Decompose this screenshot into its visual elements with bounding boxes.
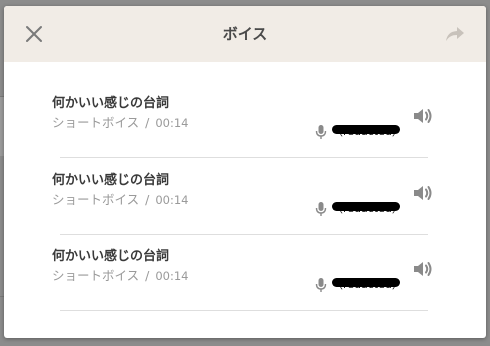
dialog-title: ボイス bbox=[222, 25, 268, 43]
play-voice-button[interactable] bbox=[412, 183, 434, 203]
voice-type: ショートボイス bbox=[52, 115, 140, 130]
redaction-mark bbox=[332, 202, 400, 211]
microphone-icon bbox=[315, 278, 327, 292]
meta-separator: / bbox=[145, 115, 150, 130]
voice-meta: ショートボイス / 00:14 bbox=[52, 189, 189, 208]
divider bbox=[60, 310, 428, 311]
microphone-icon bbox=[315, 125, 327, 139]
voice-type: ショートボイス bbox=[52, 192, 140, 207]
dialog-header: ボイス bbox=[4, 6, 486, 62]
voice-meta: ショートボイス / 00:14 bbox=[52, 112, 189, 131]
voice-title: 何かいい感じの台詞 bbox=[52, 173, 170, 188]
close-icon bbox=[26, 26, 42, 42]
redaction-mark bbox=[332, 125, 400, 134]
voice-item: 何かいい感じの台詞 ショートボイス/00:14 （redacted） bbox=[4, 161, 486, 237]
microphone-icon bbox=[315, 202, 327, 216]
share-arrow-icon bbox=[446, 27, 464, 41]
play-voice-button[interactable] bbox=[412, 106, 434, 126]
redaction-mark bbox=[332, 278, 400, 287]
voice-meta: ショートボイス / 00:14 bbox=[52, 265, 189, 284]
voice-duration: 00:14 bbox=[155, 269, 189, 283]
divider bbox=[60, 157, 428, 158]
voice-item: 何かいい感じの台詞 ショートボイス/00:14 （redacted） bbox=[4, 84, 486, 160]
voice-duration: 00:14 bbox=[155, 116, 189, 130]
meta-separator: / bbox=[145, 192, 150, 207]
voice-item: 何かいい感じの台詞 ショートボイス/00:14 （redacted） bbox=[4, 237, 486, 313]
voice-title: 何かいい感じの台詞 bbox=[52, 96, 170, 111]
voice-title: 何かいい感じの台詞 bbox=[52, 249, 170, 264]
speaker-icon bbox=[414, 186, 432, 200]
close-button[interactable] bbox=[22, 22, 46, 46]
play-voice-button[interactable] bbox=[412, 259, 434, 279]
divider bbox=[60, 234, 428, 235]
speaker-icon bbox=[414, 109, 432, 123]
speaker-icon bbox=[414, 262, 432, 276]
share-button[interactable] bbox=[444, 24, 466, 44]
voice-type: ショートボイス bbox=[52, 268, 140, 283]
voice-dialog: ボイス 何かいい感じの台詞 ショートボイス / 00:14 何かいい感じの台詞 ショ… bbox=[4, 6, 486, 338]
voice-duration: 00:14 bbox=[155, 193, 189, 207]
meta-separator: / bbox=[145, 268, 150, 283]
